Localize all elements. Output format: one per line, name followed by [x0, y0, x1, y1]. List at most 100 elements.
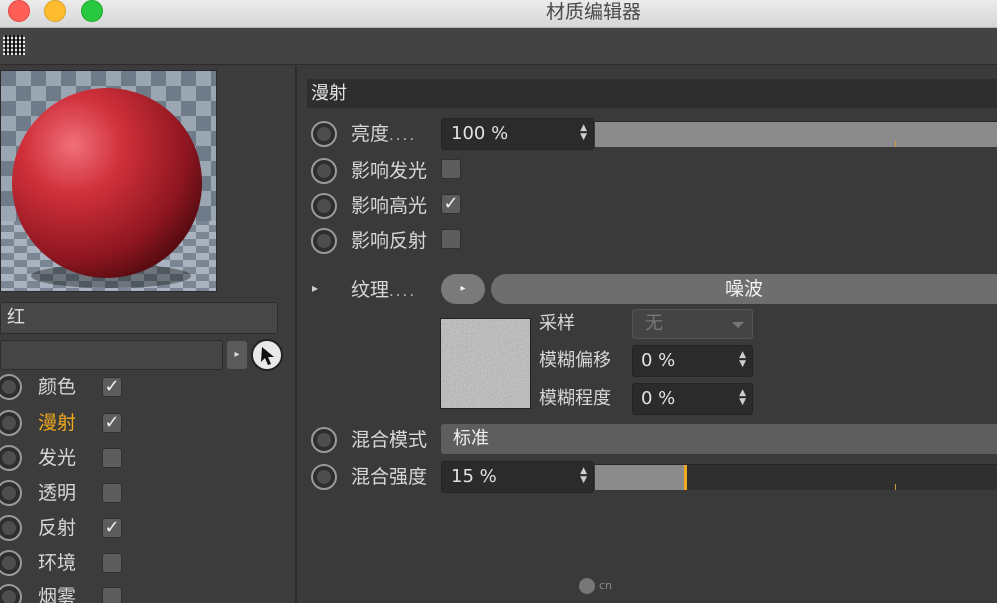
channel-label: 烟雾 [38, 586, 77, 603]
channel-radio[interactable] [0, 480, 22, 506]
toolbar [0, 28, 997, 65]
title-bar: 材质编辑器 [0, 0, 997, 28]
brightness-label: 亮度 [351, 123, 390, 145]
sampling-dropdown[interactable]: 无 [632, 309, 753, 339]
affect-specular-label: 影响高光 [351, 195, 428, 217]
channel-item[interactable]: 颜色 ✓ [0, 372, 150, 402]
blur-scale-value: 0 % [641, 388, 676, 409]
blend-mode-dropdown[interactable]: 标准 [441, 424, 997, 454]
channel-radio[interactable] [0, 550, 22, 576]
blend-strength-row: 混合强度 15 % ▲ ▼ [299, 460, 997, 494]
channel-panel: 红 ▸ 颜色 ✓ 漫射 ✓ 发光 透明 反射 ✓ 环境 烟雾 [0, 66, 297, 603]
channel-item[interactable]: 反射 ✓ [0, 513, 150, 543]
channel-checkbox[interactable] [102, 483, 122, 503]
channel-radio[interactable] [0, 515, 22, 541]
channel-checkbox[interactable] [102, 553, 122, 573]
channel-label: 颜色 [38, 376, 77, 398]
channel-checkbox[interactable] [102, 587, 122, 603]
affect-specular-row: 影响高光 ✓ [299, 189, 997, 223]
spin-arrows-icon[interactable]: ▲ ▼ [580, 467, 587, 485]
brightness-value: 100 % [451, 123, 509, 144]
blend-mode-row: 混合模式 标准 [299, 423, 997, 457]
brightness-animate-radio[interactable] [311, 121, 337, 147]
ui-logo-icon [579, 578, 595, 594]
blend-strength-label: 混合强度 [351, 466, 428, 488]
blend-strength-input[interactable]: 15 % ▲ ▼ [441, 461, 594, 493]
blur-offset-input[interactable]: 0 % ▲ ▼ [632, 345, 753, 377]
label-dots: .... [389, 282, 417, 300]
expand-triangle-icon[interactable]: ▸ [312, 281, 318, 295]
slider-handle[interactable] [684, 465, 687, 490]
affect-glow-row: 影响发光 [299, 154, 997, 188]
noise-texture-thumbnail[interactable] [440, 318, 531, 409]
preview-scene-icon [1, 71, 216, 291]
blend-mode-label: 混合模式 [351, 429, 428, 451]
blend-mode-radio[interactable] [311, 427, 337, 453]
slider-tick [895, 141, 896, 147]
channel-label: 反射 [38, 517, 77, 539]
path-browse-button[interactable]: ▸ [227, 341, 247, 369]
chevron-down-icon [732, 322, 744, 328]
channel-label: 透明 [38, 482, 77, 504]
watermark-text: cn [599, 579, 613, 592]
affect-reflection-label: 影响反射 [351, 230, 428, 252]
spin-arrows-icon[interactable]: ▲ ▼ [580, 124, 587, 142]
channel-checkbox[interactable] [102, 448, 122, 468]
channel-item[interactable]: 漫射 ✓ [0, 408, 150, 438]
slider-fill [595, 465, 685, 490]
blur-scale-label: 模糊程度 [539, 388, 611, 409]
window-title: 材质编辑器 [545, 1, 641, 23]
channel-label: 发光 [38, 447, 77, 469]
grid-icon[interactable] [3, 35, 25, 55]
texture-shader-button[interactable]: 噪波 [491, 274, 997, 304]
channel-checkbox[interactable]: ✓ [102, 518, 122, 538]
material-name-field[interactable]: 红 [0, 302, 278, 334]
brightness-row: 亮度.... 100 % ▲ ▼ [299, 117, 997, 151]
channel-checkbox[interactable]: ✓ [102, 413, 122, 433]
channel-checkbox[interactable]: ✓ [102, 377, 122, 397]
blur-offset-value: 0 % [641, 350, 676, 371]
blend-strength-slider[interactable] [595, 464, 997, 490]
blur-offset-label: 模糊偏移 [539, 350, 611, 371]
brightness-input[interactable]: 100 % ▲ ▼ [441, 118, 594, 150]
texture-label: 纹理 [351, 279, 390, 301]
brightness-slider[interactable] [595, 121, 997, 147]
material-path-field[interactable] [0, 340, 223, 370]
channel-radio[interactable] [0, 374, 22, 400]
affect-reflection-checkbox[interactable] [441, 229, 461, 249]
channel-item[interactable]: 发光 [0, 443, 150, 473]
blur-scale-input[interactable]: 0 % ▲ ▼ [632, 383, 753, 415]
affect-specular-radio[interactable] [311, 193, 337, 219]
sampling-label: 采样 [539, 313, 575, 334]
channel-radio[interactable] [0, 584, 22, 603]
label-dots: .... [389, 126, 417, 144]
pointer-icon[interactable] [251, 339, 283, 371]
affect-glow-label: 影响发光 [351, 160, 428, 182]
slider-fill [595, 122, 997, 147]
noise-pattern-icon [441, 319, 530, 408]
spin-arrows-icon[interactable]: ▲ ▼ [739, 389, 746, 407]
channel-radio[interactable] [0, 410, 22, 436]
channel-item[interactable]: 透明 [0, 478, 150, 508]
affect-glow-radio[interactable] [311, 158, 337, 184]
channel-label: 漫射 [38, 412, 77, 434]
blend-strength-value: 15 % [451, 466, 497, 487]
spin-arrows-icon[interactable]: ▲ ▼ [739, 351, 746, 369]
texture-menu-button[interactable]: ▸ [441, 274, 485, 304]
section-title: 漫射 [307, 79, 997, 108]
affect-reflection-row: 影响反射 [299, 224, 997, 258]
affect-reflection-radio[interactable] [311, 228, 337, 254]
blend-strength-radio[interactable] [311, 464, 337, 490]
texture-row: ▸ 纹理.... ▸ 噪波 [299, 273, 997, 307]
channel-item[interactable]: 环境 [0, 548, 150, 578]
affect-specular-checkbox[interactable]: ✓ [441, 194, 461, 214]
channel-item[interactable]: 烟雾 [0, 582, 150, 603]
watermark: cn [579, 578, 612, 594]
diffuse-properties-panel: 漫射 亮度.... 100 % ▲ ▼ 影响发光 影响高光 ✓ 影响反射 ▸ 纹理.… [299, 66, 997, 603]
channel-label: 环境 [38, 552, 77, 574]
channel-radio[interactable] [0, 445, 22, 471]
sampling-value: 无 [645, 313, 663, 334]
material-preview[interactable] [0, 70, 217, 292]
slider-tick [895, 484, 896, 490]
affect-glow-checkbox[interactable] [441, 159, 461, 179]
